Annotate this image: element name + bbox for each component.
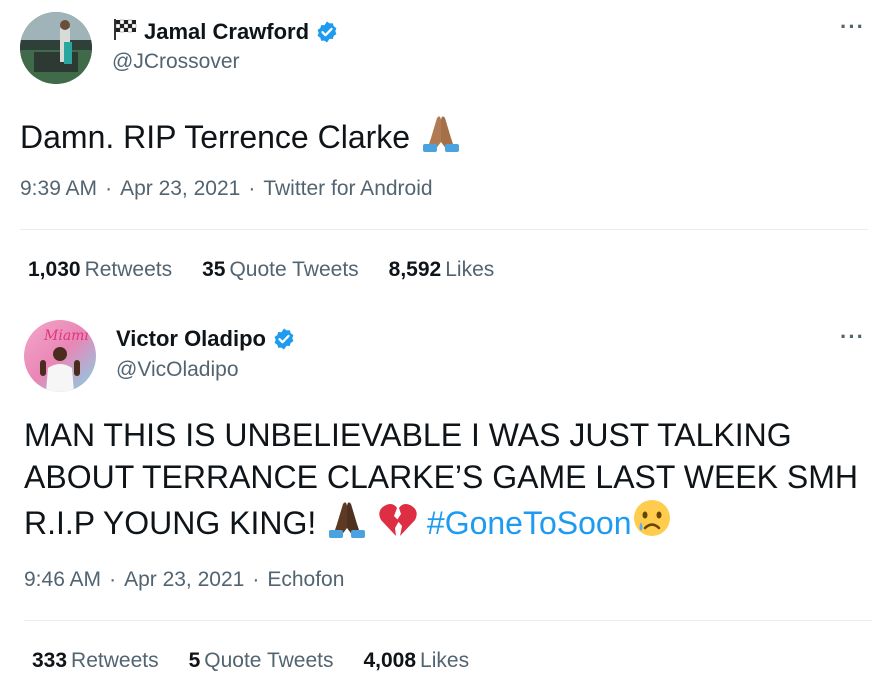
tweet-stats: 1,030 Retweets 35 Quote Tweets 8,592 Likes [28,258,494,282]
crying-face-emoji-icon [632,498,672,548]
quote-tweets-stat[interactable]: 35 Quote Tweets [202,258,359,282]
tweet-victor-oladipo: Miami Victor Oladipo @VicOladipo ··· MAN… [0,296,889,697]
tweet-date[interactable]: Apr 23, 2021 [120,177,240,201]
retweets-label: Retweets [84,258,173,281]
verified-badge-icon [315,20,339,44]
tweet-text-content: Damn. RIP Terrence Clarke [20,119,411,155]
tweet-stats: 333 Retweets 5 Quote Tweets 4,008 Likes [32,649,469,673]
retweets-count: 333 [32,649,68,672]
quote-tweets-label: Quote Tweets [204,649,334,672]
tweet-source[interactable]: Echofon [267,568,344,592]
more-options-icon[interactable]: ··· [840,14,865,40]
folded-hands-emoji-icon [419,112,463,160]
tweet-time[interactable]: 9:39 AM [20,177,97,201]
tweet-text-line-3: R.I.P YOUNG KING! #GoneToSoon [24,498,864,548]
hashtag-link[interactable]: #GoneToSoon [427,505,632,541]
tweet-text: Damn. RIP Terrence Clarke [20,112,463,160]
likes-stat[interactable]: 4,008 Likes [363,649,469,673]
divider [20,229,868,230]
retweets-count: 1,030 [28,258,81,281]
tweet-text-line: ABOUT TERRANCE CLARKE’S GAME LAST WEEK S… [24,459,858,495]
divider [24,620,872,621]
display-name[interactable]: Jamal Crawford [144,19,309,45]
avatar[interactable] [20,12,92,84]
quote-tweets-label: Quote Tweets [229,258,359,281]
quote-tweets-count: 5 [188,649,201,672]
retweets-label: Retweets [71,649,159,672]
author-handle[interactable]: @JCrossover [112,50,240,74]
tweet-text-line: MAN THIS IS UNBELIEVABLE I WAS JUST TALK… [24,417,792,453]
author-handle[interactable]: @VicOladipo [116,358,239,382]
avatar[interactable]: Miami [24,320,96,392]
retweets-stat[interactable]: 333 Retweets [32,649,159,673]
verified-badge-icon [272,327,296,351]
retweets-stat[interactable]: 1,030 Retweets [28,258,172,282]
author-name-row[interactable]: Victor Oladipo [116,326,296,352]
author-name-row[interactable]: Jamal Crawford [112,18,339,45]
likes-count: 4,008 [363,649,417,672]
display-name[interactable]: Victor Oladipo [116,326,266,352]
separator: · [105,177,113,200]
likes-label: Likes [445,258,495,281]
tweet-time[interactable]: 9:46 AM [24,568,101,592]
tweet-jamal-crawford: Jamal Crawford @JCrossover ··· Damn. RIP… [0,0,889,296]
quote-tweets-count: 35 [202,258,226,281]
tweet-text-line: R.I.P YOUNG KING! [24,505,317,541]
tweet-date[interactable]: Apr 23, 2021 [124,568,244,592]
quote-tweets-stat[interactable]: 5 Quote Tweets [189,649,334,673]
avatar-miami-text: Miami [43,328,89,344]
folded-hands-emoji-icon [325,498,369,548]
tweet-text: MAN THIS IS UNBELIEVABLE I WAS JUST TALK… [24,414,864,548]
tweet-source[interactable]: Twitter for Android [263,177,432,201]
tweet-meta: 9:39 AM · Apr 23, 2021 · Twitter for And… [20,177,433,201]
likes-label: Likes [420,649,470,672]
broken-heart-emoji-icon [378,502,418,548]
separator: · [252,568,260,591]
likes-stat[interactable]: 8,592 Likes [389,258,495,282]
tweet-meta: 9:46 AM · Apr 23, 2021 · Echofon [24,568,344,592]
separator: · [248,177,256,200]
likes-count: 8,592 [388,258,442,281]
more-options-icon[interactable]: ··· [840,324,865,350]
checkered-flag-icon [112,18,138,45]
separator: · [109,568,117,591]
